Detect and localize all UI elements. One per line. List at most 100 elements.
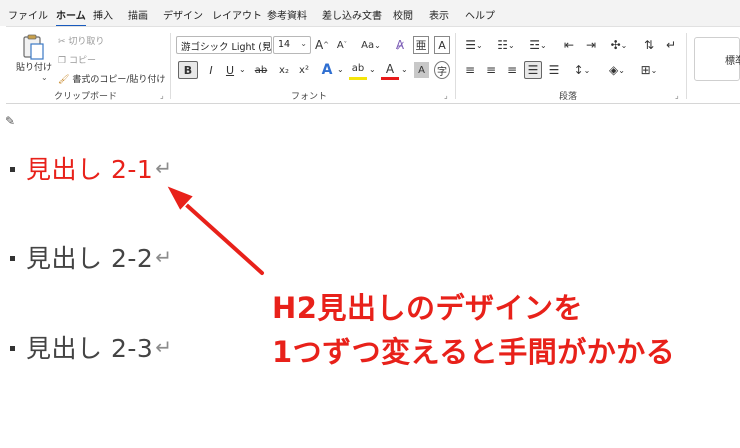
line-spacing-button[interactable]: ↕ ⌄ [569, 61, 595, 79]
format-painter-icon: 🖌 [58, 75, 70, 85]
sort-button[interactable]: ⇅ [640, 36, 658, 54]
show-marks-button[interactable]: ↵ [662, 36, 680, 54]
borders-button[interactable]: ⊞ ⌄ [636, 61, 662, 79]
align-left-icon: ≡ [464, 63, 476, 77]
tab-draw[interactable]: 描画 [128, 7, 148, 22]
paste-dropdown-icon[interactable]: ⌄ [41, 73, 48, 82]
tab-review[interactable]: 校閲 [393, 7, 413, 22]
style-normal-label: 標準 [725, 56, 740, 67]
chevron-down-icon[interactable]: ⌄ [401, 65, 408, 74]
change-case-button[interactable]: Aa ⌄ [358, 36, 384, 54]
chevron-down-icon: ⌄ [300, 39, 307, 48]
tab-help[interactable]: ヘルプ [465, 7, 495, 22]
grow-font-icon: A [314, 38, 324, 52]
annotation-arrow [164, 183, 266, 277]
format-painter-label: 書式のコピー/貼り付け [72, 75, 166, 85]
line-spacing-icon: ↕ [573, 63, 584, 77]
sort-icon: ⇅ [643, 38, 655, 52]
annotation-line-2: 1つずつ変えると手間がかかる [272, 335, 676, 369]
character-border-icon[interactable]: A [434, 36, 450, 54]
multilevel-list-button[interactable]: ☲ ⌄ [525, 36, 551, 54]
paste-button[interactable] [18, 31, 48, 63]
copy-label: コピー [68, 56, 96, 66]
tab-mailings[interactable]: 差し込み文書 [322, 7, 382, 22]
distributed-button[interactable]: ☰ [545, 61, 563, 79]
tab-layout[interactable]: レイアウト [212, 7, 262, 22]
clipboard-launcher-icon[interactable]: ⌟ [160, 91, 164, 100]
ribbon-tab-bar: ファイル ホーム 挿入 描画 デザイン レイアウト 参考資料 差し込み文書 校閲… [0, 0, 740, 27]
paint-bucket-icon: ◈ [609, 63, 619, 77]
align-right-icon: ≡ [506, 63, 518, 77]
numbered-list-icon: ☷ [497, 38, 509, 52]
italic-button[interactable]: I [203, 61, 219, 79]
font-launcher-icon[interactable]: ⌟ [444, 91, 448, 100]
tab-home[interactable]: ホーム [56, 7, 86, 27]
paragraph-launcher-icon[interactable]: ⌟ [675, 91, 679, 100]
ribbon-home: 貼り付け ⌄ ✂ 切り取り ❐ コピー 🖌 書式のコピー/貼り付け クリップボー… [6, 26, 740, 104]
font-size-select[interactable]: 14 ⌄ [273, 36, 311, 54]
align-center-button[interactable]: ≡ [482, 61, 500, 79]
bold-button[interactable]: B [178, 61, 198, 79]
tab-references[interactable]: 参考資料 [267, 7, 307, 22]
increase-indent-icon: ⇥ [585, 38, 597, 52]
format-painter-button[interactable]: 🖌 書式のコピー/貼り付け [58, 72, 165, 85]
superscript-button[interactable]: x² [296, 61, 312, 79]
text-effects-button[interactable]: A [318, 60, 336, 80]
style-normal[interactable]: 標準 [694, 37, 740, 81]
multilevel-list-icon: ☲ [529, 38, 541, 52]
bullets-button[interactable]: ☰ ⌄ [461, 36, 487, 54]
paragraph-mark-icon: ↵ [665, 38, 677, 52]
chevron-down-icon[interactable]: ⌄ [239, 65, 246, 74]
decrease-indent-button[interactable]: ⇤ [560, 36, 578, 54]
tab-design[interactable]: デザイン [163, 7, 203, 22]
chevron-down-icon[interactable]: ⌄ [369, 65, 376, 74]
group-divider [686, 33, 687, 99]
increase-indent-button[interactable]: ⇥ [582, 36, 600, 54]
annotation-line-1: H2見出しのデザインを [272, 291, 583, 325]
phonetic-guide-icon[interactable]: 亜 [413, 36, 429, 54]
font-name-value: 游ゴシック Light (見出 [181, 42, 272, 53]
grow-font-button[interactable]: A ^ [315, 36, 329, 54]
bullet-list-icon: ☰ [465, 38, 477, 52]
decrease-indent-icon: ⇤ [563, 38, 575, 52]
underline-button[interactable]: U [222, 61, 238, 79]
clear-formatting-icon[interactable]: A̷ [392, 36, 408, 54]
document-canvas[interactable]: ✎ 見出し 2-1 ↵ 見出し 2-2 ↵ 見出し 2-3 ↵ H2見出しのデザ… [0, 105, 740, 448]
character-shading-button[interactable]: A [414, 62, 429, 78]
change-case-icon: Aa [361, 39, 375, 51]
justify-icon: ☰ [527, 63, 539, 77]
shrink-font-icon: A [336, 39, 344, 51]
align-center-icon: ≡ [485, 63, 497, 77]
borders-icon: ⊞ [640, 63, 651, 77]
chevron-down-icon[interactable]: ⌄ [337, 65, 344, 74]
paste-label: 貼り付け [16, 63, 53, 73]
asian-layout-button[interactable]: ✣ ⌄ [606, 36, 632, 54]
clipboard-icon [23, 34, 44, 60]
shrink-font-button[interactable]: Aˇ [335, 36, 349, 54]
strikethrough-button[interactable]: ab [252, 61, 270, 79]
align-left-button[interactable]: ≡ [461, 61, 479, 79]
distributed-icon: ☰ [548, 63, 560, 77]
group-divider [455, 33, 456, 99]
tab-view[interactable]: 表示 [429, 7, 449, 22]
subscript-button[interactable]: x₂ [276, 61, 292, 79]
clipboard-group-label: クリップボード [54, 92, 118, 102]
group-divider [170, 33, 171, 99]
copy-button[interactable]: ❐ コピー [58, 53, 96, 66]
tab-insert[interactable]: 挿入 [93, 7, 113, 22]
highlight-button[interactable]: ab [349, 60, 367, 80]
enclose-characters-button[interactable]: 字 [434, 61, 450, 79]
cut-button[interactable]: ✂ 切り取り [58, 34, 104, 47]
align-right-button[interactable]: ≡ [503, 61, 521, 79]
font-color-button[interactable]: A [381, 60, 399, 80]
paragraph-group-label: 段落 [559, 92, 578, 102]
justify-button[interactable]: ☰ [524, 61, 542, 79]
numbering-button[interactable]: ☷ ⌄ [493, 36, 519, 54]
shading-button[interactable]: ◈ ⌄ [604, 61, 630, 79]
tab-file[interactable]: ファイル [8, 7, 48, 22]
font-group-label: フォント [291, 92, 328, 102]
font-name-select[interactable]: 游ゴシック Light (見出 ⌄ [176, 36, 272, 54]
asian-layout-icon: ✣ [610, 38, 621, 52]
cut-label: 切り取り [68, 37, 105, 47]
chevron-down-icon: ⌄ [261, 39, 268, 48]
